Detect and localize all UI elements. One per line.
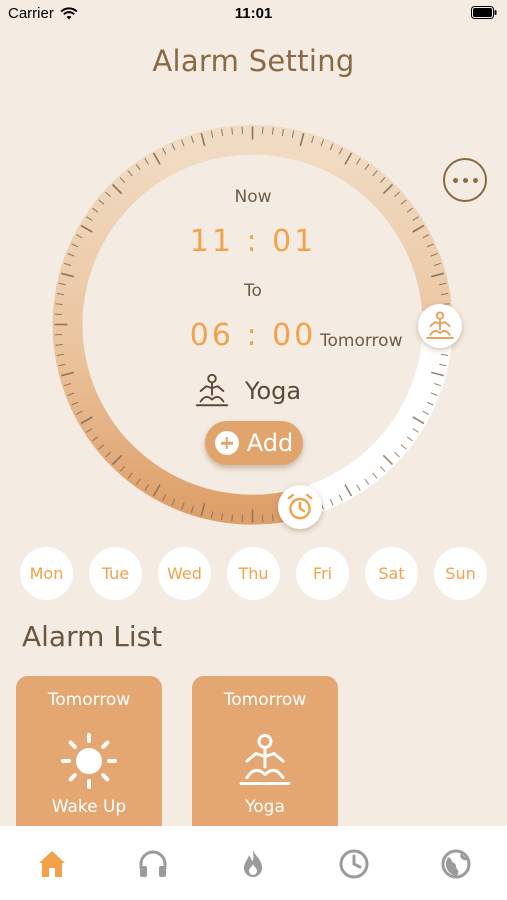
status-time: 11:01	[234, 5, 273, 22]
alarm-day-label: Tomorrow	[320, 331, 403, 351]
dial-tick	[272, 514, 274, 522]
activity-selector[interactable]: Yoga	[193, 372, 301, 410]
alarm-clock-icon	[287, 493, 313, 520]
activity-time-handle[interactable]	[418, 304, 462, 348]
day-sat-button[interactable]: Sat	[365, 547, 418, 600]
to-label: To	[244, 281, 262, 301]
globe-icon	[441, 849, 471, 879]
page-title: Alarm Setting	[152, 44, 355, 78]
more-dot-icon	[462, 177, 468, 183]
day-wed-button[interactable]: Wed	[158, 547, 211, 600]
weekday-selector: Mon Tue Wed Thu Fri Sat Sun	[20, 547, 487, 600]
day-tue-button[interactable]: Tue	[89, 547, 142, 600]
add-label: Add	[246, 429, 294, 457]
tab-sounds[interactable]	[133, 844, 173, 884]
alarm-card-name: Wake Up	[51, 797, 127, 817]
clock-icon	[339, 849, 369, 879]
alarm-time-handle[interactable]	[278, 485, 322, 529]
alarm-card-when: Tomorrow	[223, 690, 307, 710]
tab-explore[interactable]	[436, 844, 476, 884]
now-label: Now	[234, 187, 272, 207]
day-thu-button[interactable]: Thu	[227, 547, 280, 600]
tab-home[interactable]	[32, 844, 72, 884]
tab-history[interactable]	[334, 844, 374, 884]
sun-icon	[61, 733, 117, 789]
day-sun-button[interactable]: Sun	[434, 547, 487, 600]
dial-tick	[231, 127, 233, 135]
home-icon	[39, 851, 65, 877]
alarm-card-when: Tomorrow	[47, 690, 131, 710]
fire-icon	[244, 850, 262, 877]
activity-name: Yoga	[245, 377, 302, 405]
yoga-icon	[426, 311, 454, 339]
dial-tick	[272, 127, 274, 135]
alarm-setting-screen: Carrier 11:01 Alarm Setting Now 11: 01 …	[0, 0, 507, 900]
dial-tick	[55, 303, 63, 305]
tab-activity[interactable]	[233, 844, 273, 884]
more-dot-icon	[452, 177, 458, 183]
day-mon-button[interactable]: Mon	[20, 547, 73, 600]
more-dot-icon	[472, 177, 478, 183]
dial-tick	[55, 344, 63, 346]
tab-bar	[0, 826, 507, 900]
alarm-card-name: Yoga	[245, 797, 285, 817]
status-bar: Carrier 11:01	[0, 0, 507, 28]
day-fri-button[interactable]: Fri	[296, 547, 349, 600]
add-alarm-button[interactable]: Add	[205, 421, 303, 465]
dial-tick	[231, 514, 233, 522]
headphones-icon	[139, 850, 167, 877]
more-options-button[interactable]	[443, 158, 487, 202]
battery-icon	[471, 6, 497, 19]
alarm-list-title: Alarm List	[22, 620, 163, 653]
yoga-icon	[195, 373, 229, 407]
plus-icon	[214, 431, 239, 455]
current-time: 11 : 01	[189, 224, 317, 259]
yoga-icon	[239, 734, 291, 785]
